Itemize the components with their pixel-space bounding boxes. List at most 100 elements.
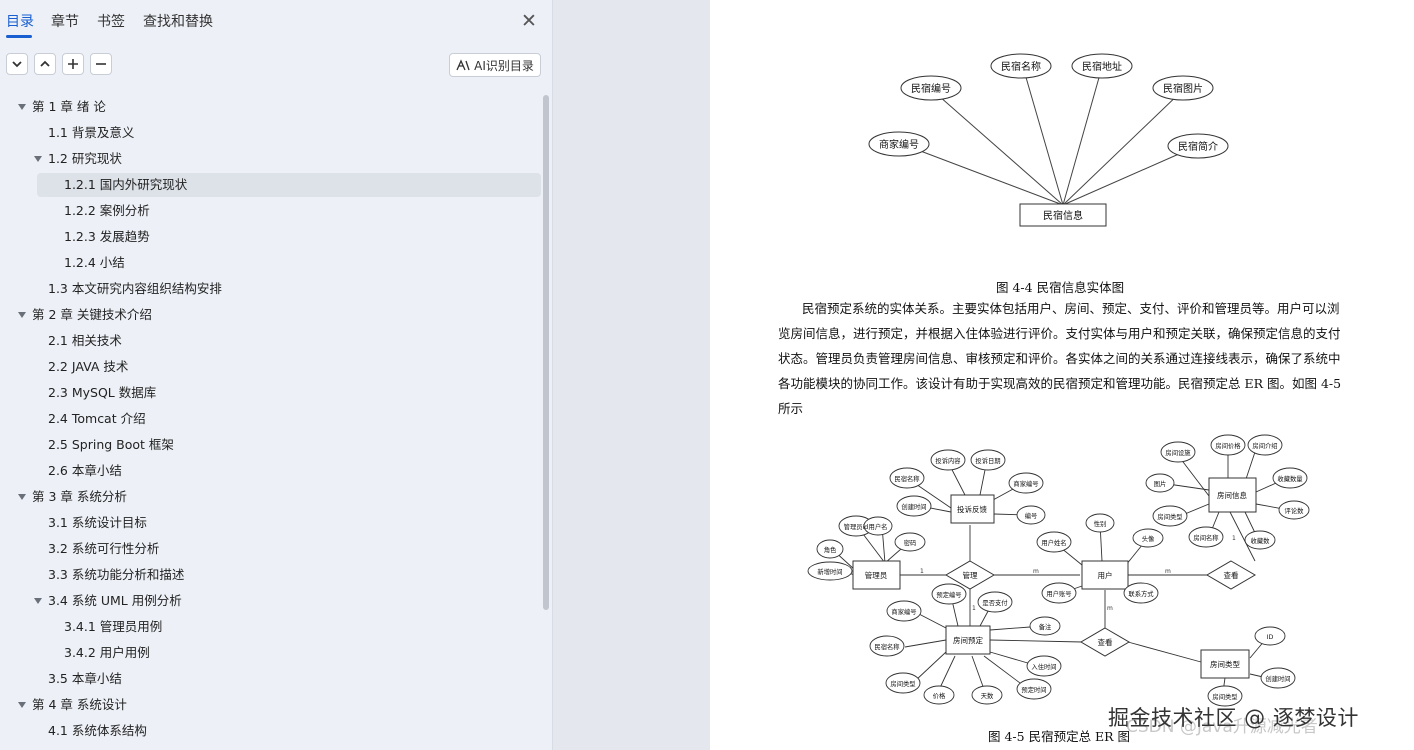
er-attribute-label: 房间介绍: [1252, 441, 1277, 450]
relation-manage: 管理: [963, 570, 978, 580]
body-paragraph: 民宿预定系统的实体关系。主要实体包括用户、房间、预定、支付、评价和管理员等。用户…: [778, 296, 1341, 421]
expand-toggle-icon[interactable]: [18, 312, 26, 318]
attr-homestay-address: 民宿地址: [1082, 60, 1122, 73]
paragraph-line: 状态。管理员负责管理房间信息、审核预定和评价。各实体之间的关系通过连接线表示，确…: [778, 351, 1341, 366]
document-gutter: [553, 0, 710, 750]
expand-toggle-icon[interactable]: [18, 494, 26, 500]
er-attribute-label: 房间类型: [1157, 512, 1182, 521]
ai-wand-icon: [456, 59, 470, 71]
tab-bookmarks[interactable]: 书签: [97, 11, 125, 31]
entity-room-info: 房间信息: [1217, 490, 1247, 500]
toc-item[interactable]: 3.2 系统可行性分析: [0, 537, 545, 561]
er-attribute-label: 商家编号: [891, 607, 916, 616]
toc-item[interactable]: 2.6 本章小结: [0, 459, 545, 483]
toc-item[interactable]: 3.3 系统功能分析和描述: [0, 563, 545, 587]
toc-item[interactable]: 第 3 章 系统分析: [0, 485, 545, 509]
toc-scrollbar[interactable]: [543, 95, 549, 610]
toc-item[interactable]: 1.2.4 小结: [0, 251, 545, 275]
expand-toggle-icon[interactable]: [34, 156, 42, 162]
expand-toggle-icon[interactable]: [18, 104, 26, 110]
toc-item[interactable]: 3.1 系统设计目标: [0, 511, 545, 535]
toc-item[interactable]: 第 4 章 系统设计: [0, 693, 545, 717]
toc-item-label: 2.1 相关技术: [48, 333, 122, 348]
plus-icon: [68, 59, 78, 69]
toc-item-label: 1.2.3 发展趋势: [64, 229, 150, 244]
er-attribute-label: 价格: [933, 691, 946, 700]
toc-item[interactable]: 4.1 系统体系结构: [0, 719, 545, 743]
er-attribute-label: 投诉日期: [975, 456, 1000, 465]
toc-item[interactable]: 1.1 背景及意义: [0, 121, 545, 145]
toc-item[interactable]: 1.2.2 案例分析: [0, 199, 545, 223]
toc-list: 第 1 章 绪 论 1.1 背景及意义 1.2 研究现状 1.2.1 国内外研究现状 1…: [0, 94, 545, 750]
attr-homestay-name: 民宿名称: [1001, 60, 1041, 73]
toc-item[interactable]: 2.4 Tomcat 介绍: [0, 407, 545, 431]
figure-4-5-er-diagram: 管理员id 用户名角色密码新增时间民宿名称投诉内容 投诉日期商家编号创建时间编号性别…: [807, 434, 1310, 707]
add-heading-button[interactable]: [62, 53, 84, 75]
ai-recognize-toc-button[interactable]: AI识别目录: [449, 53, 541, 77]
expand-toggle-icon[interactable]: [34, 598, 42, 604]
toc-item[interactable]: 1.2 研究现状: [0, 147, 545, 171]
ai-button-label: AI识别目录: [474, 58, 534, 73]
toc-item[interactable]: 1.2.3 发展趋势: [0, 225, 545, 249]
toc-item[interactable]: 1.2.1 国内外研究现状: [0, 173, 545, 197]
er-attribute-label: 用户账号: [1046, 589, 1071, 598]
toc-item[interactable]: 2.2 JAVA 技术: [0, 355, 545, 379]
er-attribute-label: 预定编号: [936, 590, 961, 599]
toc-item[interactable]: 1.3 本文研究内容组织结构安排: [0, 277, 545, 301]
entity-room-type: 房间类型: [1210, 659, 1240, 669]
close-panel-icon[interactable]: ✕: [519, 11, 539, 31]
er-attribute-label: 是否支付: [982, 598, 1007, 607]
tab-chapters[interactable]: 章节: [51, 11, 79, 31]
toc-item[interactable]: 2.1 相关技术: [0, 329, 545, 353]
document-page: 商家编号 民宿编号 民宿名称 民宿地址 民宿图片 民宿简介 民宿信息 图 4-4…: [710, 0, 1414, 750]
chevron-up-icon: [40, 60, 50, 67]
er-attribute-label: 预定时间: [1021, 685, 1046, 694]
remove-heading-button[interactable]: [90, 53, 112, 75]
toc-item[interactable]: 3.5 本章小结: [0, 667, 545, 691]
er-attribute-label: 民宿名称: [874, 642, 900, 651]
toc-item[interactable]: 3.4.1 管理员用例: [0, 615, 545, 639]
tab-find-replace[interactable]: 查找和替换: [143, 11, 213, 31]
toc-item[interactable]: 第 1 章 绪 论: [0, 95, 545, 119]
er-attribute-label: 编号: [1025, 511, 1038, 520]
attr-homestay-image: 民宿图片: [1163, 82, 1203, 95]
expand-down-button[interactable]: [6, 53, 28, 75]
toc-item[interactable]: 2.5 Spring Boot 框架: [0, 433, 545, 457]
er-attribute-label: 民宿名称: [894, 474, 920, 483]
er-attribute-label: 创建时间: [901, 502, 926, 511]
juejin-watermark: 掘金技术社区 @ 逐梦设计: [1108, 706, 1359, 730]
tab-toc[interactable]: 目录: [6, 11, 34, 31]
toc-item-label: 3.5 本章小结: [48, 671, 122, 686]
er-attribute-label: 用户姓名: [1041, 538, 1066, 547]
er-attribute-label: 评论数: [1285, 506, 1305, 515]
toc-item-label: 3.1 系统设计目标: [48, 515, 147, 530]
entity-homestay-info: 民宿信息: [1043, 209, 1083, 222]
er-attribute-label: 房间名称: [1193, 533, 1219, 542]
expand-toggle-icon[interactable]: [18, 702, 26, 708]
toc-item[interactable]: 3.4 系统 UML 用例分析: [0, 589, 545, 613]
cardinality-label: 1: [920, 568, 924, 575]
cardinality-label: m: [1033, 568, 1039, 575]
er-attribute-label: 天数: [981, 691, 994, 700]
er-attribute-label: 用户名: [869, 522, 888, 531]
attr-homestay-intro: 民宿简介: [1178, 140, 1218, 153]
toc-item-label: 2.2 JAVA 技术: [48, 359, 129, 374]
toc-item[interactable]: 第 2 章 关键技术介绍: [0, 303, 545, 327]
toc-item[interactable]: 2.3 MySQL 数据库: [0, 381, 545, 405]
toc-item-label: 2.3 MySQL 数据库: [48, 385, 157, 400]
entity-admin: 管理员: [865, 570, 888, 580]
paragraph-line: 所示: [778, 401, 804, 416]
er-attribute-label: 投诉内容: [935, 456, 961, 465]
toc-item-label: 2.5 Spring Boot 框架: [48, 437, 174, 452]
attr-homestay-id: 民宿编号: [911, 82, 951, 95]
collapse-up-button[interactable]: [34, 53, 56, 75]
er-attribute-label: 房间类型: [1212, 692, 1237, 701]
er-attribute-label: 房间设施: [1165, 448, 1191, 457]
toc-item-label: 1.2.2 案例分析: [64, 203, 150, 218]
toc-item-label: 3.2 系统可行性分析: [48, 541, 160, 556]
er-attribute-label: 房间价格: [1215, 441, 1241, 450]
toc-item[interactable]: 3.4.2 用户用例: [0, 641, 545, 665]
active-tab-indicator: [6, 35, 32, 38]
cardinality-label: m: [1107, 605, 1113, 612]
toc-item-label: 2.6 本章小结: [48, 463, 122, 478]
